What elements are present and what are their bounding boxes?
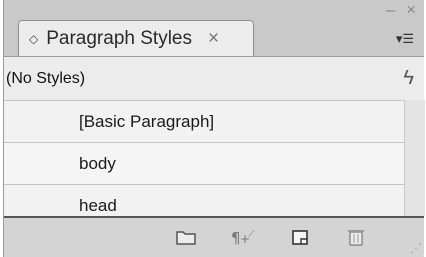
folder-icon[interactable]: [174, 227, 198, 247]
window-buttons: – ×: [380, 0, 416, 20]
minimize-icon[interactable]: –: [386, 0, 395, 19]
list-item[interactable]: [Basic Paragraph]: [4, 100, 404, 142]
style-label: body: [79, 153, 116, 173]
tab-collapse-icon[interactable]: ◇: [29, 32, 38, 46]
panel-toolbar: (No Styles) ϟ: [4, 57, 424, 100]
styles-list: [Basic Paragraph] body head: [4, 100, 404, 226]
resize-grip-icon[interactable]: ⋰: [410, 241, 422, 255]
panel-titlebar: ◇ Paragraph Styles × – × ▾☰: [4, 0, 424, 57]
new-style-icon[interactable]: [288, 227, 312, 247]
paragraph-styles-panel: ◇ Paragraph Styles × – × ▾☰ (No Styles) …: [3, 0, 425, 257]
delete-icon[interactable]: [344, 227, 368, 247]
style-label: [Basic Paragraph]: [79, 111, 215, 131]
list-item[interactable]: body: [4, 142, 404, 184]
current-style-label: (No Styles): [6, 69, 86, 87]
tab-paragraph-styles[interactable]: ◇ Paragraph Styles ×: [18, 20, 254, 57]
clear-overrides-icon[interactable]: ¶ + ⟋: [229, 227, 255, 247]
svg-text:⟋: ⟋: [248, 230, 255, 240]
style-label: head: [79, 195, 117, 215]
tab-title: Paragraph Styles: [46, 28, 192, 49]
panel-footer: ¶ + ⟋ ⋰: [4, 218, 424, 257]
tab-close-icon[interactable]: ×: [208, 28, 219, 50]
quick-apply-icon[interactable]: ϟ: [403, 67, 414, 90]
vertical-scrollbar[interactable]: [404, 100, 425, 216]
panel-menu-icon[interactable]: ▾☰: [390, 28, 420, 50]
close-icon[interactable]: ×: [406, 0, 416, 19]
